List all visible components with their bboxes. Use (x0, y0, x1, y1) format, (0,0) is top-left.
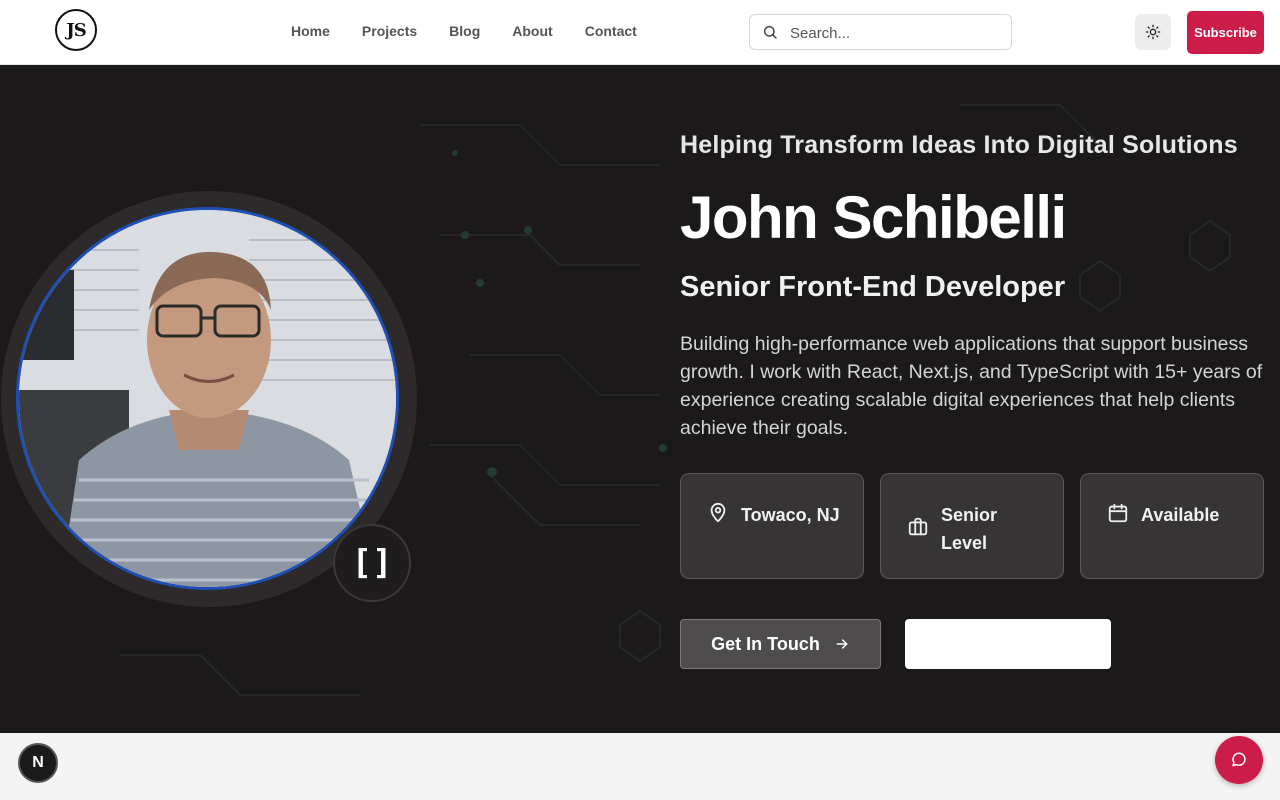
nav-blog[interactable]: Blog (449, 23, 480, 39)
arrow-right-icon (836, 639, 848, 649)
level-card: Senior Level (880, 473, 1064, 579)
search-icon (763, 25, 777, 39)
location-label: Towaco, NJ (741, 505, 840, 525)
main-nav: Home Projects Blog About Contact (291, 23, 669, 39)
hero-role: Senior Front-End Developer (680, 271, 1066, 303)
availability-card: Available (1080, 473, 1264, 579)
hero-bio: Building high-performance web applicatio… (680, 333, 1263, 439)
get-in-touch-button[interactable]: Get In Touch (680, 619, 881, 669)
sun-icon (1145, 24, 1161, 40)
subscribe-button[interactable]: Subscribe (1187, 11, 1264, 54)
nav-about[interactable]: About (512, 23, 552, 39)
hero-name: John Schibelli (680, 184, 1067, 251)
chat-bubble-icon (1232, 752, 1246, 767)
availability-label: Available (1141, 505, 1220, 525)
hero-section: [] Helping Transform Ideas Into Digital … (0, 65, 1280, 733)
get-in-touch-label: Get In Touch (711, 633, 820, 654)
secondary-cta-button[interactable] (905, 619, 1111, 669)
nav-contact[interactable]: Contact (585, 23, 637, 39)
search-input[interactable] (790, 23, 1000, 43)
site-logo[interactable]: JS (55, 9, 97, 51)
location-card: Towaco, NJ (680, 473, 864, 579)
map-pin-icon (710, 502, 726, 523)
theme-toggle-button[interactable] (1135, 14, 1171, 50)
nav-home[interactable]: Home (291, 23, 330, 39)
search-box (749, 14, 1012, 50)
briefcase-icon (908, 517, 928, 536)
nav-projects[interactable]: Projects (362, 23, 417, 39)
chat-button[interactable] (1215, 736, 1263, 784)
code-brackets-badge: [] (333, 524, 411, 602)
nextjs-dev-badge[interactable]: N (18, 743, 58, 783)
profile-photo-illustration (19, 210, 396, 587)
profile-photo (16, 207, 399, 590)
hero-tagline: Helping Transform Ideas Into Digital Sol… (680, 131, 1238, 159)
site-header: JS Home Projects Blog About Contact Subs… (0, 0, 1280, 65)
calendar-icon (1108, 503, 1128, 523)
level-label: Senior Level (941, 505, 998, 553)
